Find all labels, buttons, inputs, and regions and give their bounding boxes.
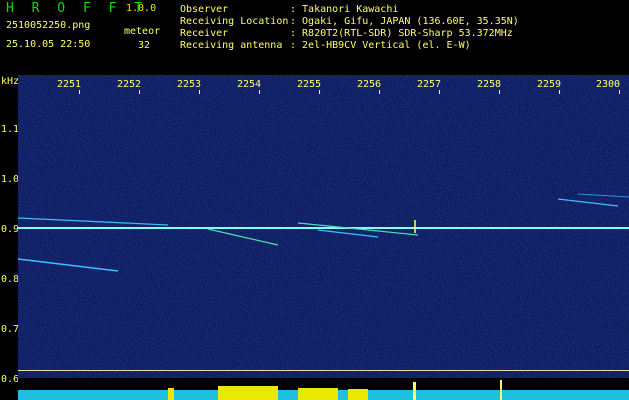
x-tick-mark (499, 90, 500, 94)
antenna-label: Receiving antenna (180, 40, 283, 51)
x-tick-label: 2256 (357, 79, 382, 90)
file-name: 2510052250.png (6, 20, 91, 31)
level-spike (500, 380, 502, 400)
level-spike (413, 382, 416, 400)
app-version: 1.0.0 (126, 3, 157, 14)
header-panel: H R O F F T 1.0.0 2510052250.png 25.10.0… (0, 0, 629, 75)
meteor-label: meteor (124, 26, 161, 37)
spectrogram (18, 75, 629, 385)
observer-value: : Takanori Kawachi (290, 4, 399, 15)
x-tick-mark (439, 90, 440, 94)
y-axis-unit: kHz (1, 76, 20, 87)
x-tick-mark (139, 90, 140, 94)
level-spike (168, 388, 174, 400)
location-value: : Ogaki, Gifu, JAPAN (136.60E, 35.35N) (290, 16, 519, 27)
y-tick-label: 0.6 (1, 374, 20, 385)
level-spike (298, 388, 338, 400)
y-tick-label: 0.8 (1, 274, 20, 285)
noise-texture (18, 75, 629, 385)
x-tick-mark (379, 90, 380, 94)
signal-level-strip (18, 378, 629, 400)
x-tick-label: 2300 (596, 79, 621, 90)
receiver-label: Receiver (180, 28, 229, 39)
y-tick-label: 1.1 (1, 124, 20, 135)
x-tick-mark (259, 90, 260, 94)
threshold-line (18, 370, 629, 371)
y-axis: kHz 1.1 1.0 0.9 0.8 0.7 0.6 (0, 75, 20, 400)
observer-label: Observer (180, 4, 229, 15)
level-spike (218, 386, 278, 400)
x-tick-label: 2252 (117, 79, 142, 90)
meteor-count: 32 (138, 40, 151, 51)
y-tick-label: 1.0 (1, 174, 20, 185)
y-tick-label: 0.7 (1, 324, 20, 335)
x-tick-label: 2255 (297, 79, 322, 90)
x-tick-label: 2254 (237, 79, 262, 90)
y-tick-label: 0.9 (1, 224, 20, 235)
x-tick-label: 2259 (537, 79, 562, 90)
x-tick-mark (319, 90, 320, 94)
receiver-value: : R820T2(RTL-SDR) SDR-Sharp 53.372MHz (290, 28, 513, 39)
x-tick-mark (559, 90, 560, 94)
x-tick-label: 2253 (177, 79, 202, 90)
x-tick-mark (199, 90, 200, 94)
level-spike (348, 389, 368, 400)
antenna-value: : 2el-HB9CV Vertical (el. E-W) (290, 40, 471, 51)
x-tick-mark (619, 90, 620, 94)
x-tick-label: 2258 (477, 79, 502, 90)
date-time: 25.10.05 22:50 (6, 39, 91, 50)
x-tick-label: 2257 (417, 79, 442, 90)
x-tick-mark (79, 90, 80, 94)
x-tick-label: 2251 (57, 79, 82, 90)
location-label: Receiving Location (180, 16, 289, 27)
